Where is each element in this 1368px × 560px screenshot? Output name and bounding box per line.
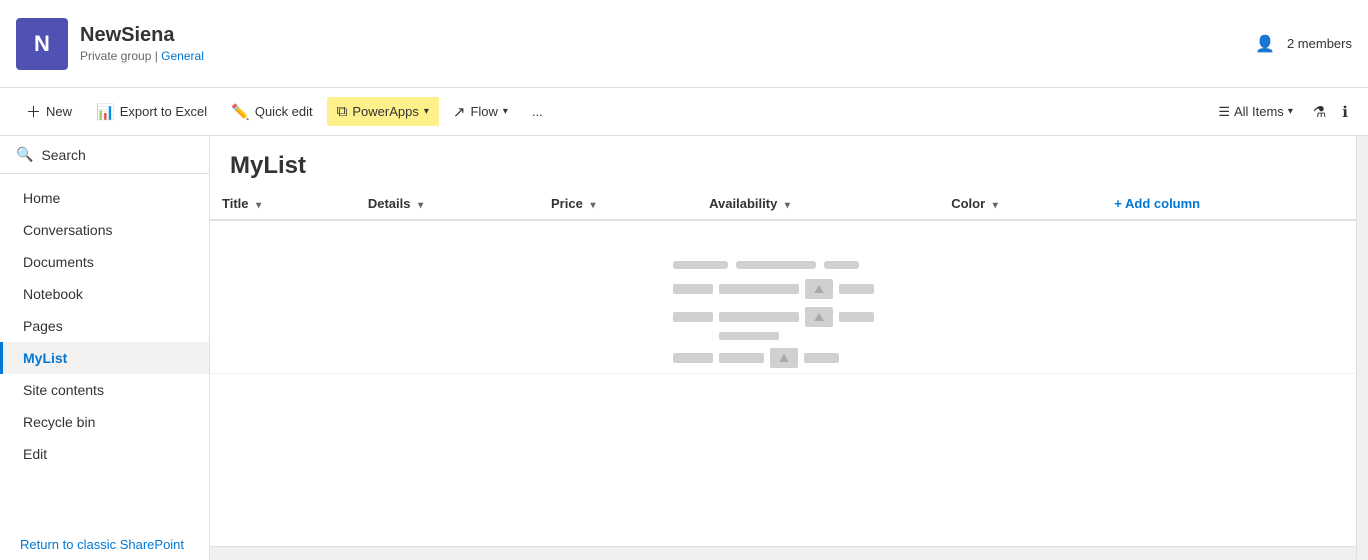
more-button[interactable]: ... xyxy=(522,98,553,125)
site-header: N NewSiena Private group | General 👤 2 m… xyxy=(0,0,1368,88)
filter-icon[interactable]: ⚗ xyxy=(1309,99,1330,125)
sidebar-item-notebook[interactable]: Notebook xyxy=(0,278,209,310)
excel-icon: 📊 xyxy=(96,103,115,121)
col-title[interactable]: Title ▾ xyxy=(210,188,356,220)
sidebar-item-label: Recycle bin xyxy=(23,414,95,430)
powerapps-chevron-icon: ▾ xyxy=(424,106,429,117)
all-items-button[interactable]: ☰ All Items ▾ xyxy=(1210,100,1301,124)
toolbar-right: ☰ All Items ▾ ⚗ ℹ xyxy=(1210,99,1352,125)
powerapps-icon: ⧉ xyxy=(337,103,348,120)
sidebar-item-edit[interactable]: Edit xyxy=(0,438,209,470)
export-label: Export to Excel xyxy=(120,104,207,119)
sidebar-item-label: Notebook xyxy=(23,286,83,302)
export-to-excel-button[interactable]: 📊 Export to Excel xyxy=(86,97,217,127)
sort-icon: ▾ xyxy=(993,200,998,211)
site-meta: Private group | General xyxy=(80,49,204,63)
sidebar-item-conversations[interactable]: Conversations xyxy=(0,214,209,246)
new-button[interactable]: ＋ New xyxy=(16,95,82,128)
search-icon: 🔍 xyxy=(16,146,33,163)
members-icon: 👤 xyxy=(1255,34,1275,54)
list-table-container: Title ▾ Details ▾ Price ▾ Availability xyxy=(210,188,1356,546)
table-header-row: Title ▾ Details ▾ Price ▾ Availability xyxy=(210,188,1356,220)
more-label: ... xyxy=(532,104,543,119)
new-label: New xyxy=(46,104,72,119)
sidebar-item-label: Edit xyxy=(23,446,47,462)
sidebar-item-label: Home xyxy=(23,190,60,206)
site-icon: N xyxy=(16,18,68,70)
col-details[interactable]: Details ▾ xyxy=(356,188,539,220)
sidebar-item-label: Documents xyxy=(23,254,94,270)
sort-icon: ▾ xyxy=(590,200,595,211)
col-availability[interactable]: Availability ▾ xyxy=(697,188,939,220)
sidebar: 🔍 Search Home Conversations Documents No… xyxy=(0,136,210,560)
flow-chevron-icon: ▾ xyxy=(503,106,508,117)
info-icon[interactable]: ℹ xyxy=(1338,99,1352,125)
new-icon: ＋ xyxy=(26,101,41,122)
sidebar-footer: Return to classic SharePoint xyxy=(0,528,209,560)
powerapps-label: PowerApps xyxy=(352,104,418,119)
all-items-lines-icon: ☰ xyxy=(1218,104,1230,120)
col-price[interactable]: Price ▾ xyxy=(539,188,697,220)
search-label: Search xyxy=(41,147,85,163)
list-table: Title ▾ Details ▾ Price ▾ Availability xyxy=(210,188,1356,374)
col-color[interactable]: Color ▾ xyxy=(939,188,1102,220)
classic-sharepoint-link[interactable]: Return to classic SharePoint xyxy=(20,537,184,552)
sidebar-item-site-contents[interactable]: Site contents xyxy=(0,374,209,406)
sidebar-item-home[interactable]: Home xyxy=(0,182,209,214)
table-row: ⛰ ⛰ xyxy=(210,220,1356,374)
vertical-scrollbar[interactable] xyxy=(1356,136,1368,560)
sidebar-item-label: Site contents xyxy=(23,382,104,398)
content-area: MyList Title ▾ Details ▾ Price xyxy=(210,136,1356,560)
all-items-label: All Items xyxy=(1234,104,1284,119)
header-right: 👤 2 members xyxy=(1255,34,1352,54)
table-body: ⛰ ⛰ xyxy=(210,220,1356,374)
quick-edit-label: Quick edit xyxy=(255,104,313,119)
sort-icon: ▾ xyxy=(256,200,261,211)
sidebar-search[interactable]: 🔍 Search xyxy=(0,136,209,174)
quick-edit-button[interactable]: ✏️ Quick edit xyxy=(221,97,323,127)
toolbar: ＋ New 📊 Export to Excel ✏️ Quick edit ⧉ … xyxy=(0,88,1368,136)
flow-icon: ↗ xyxy=(453,103,466,121)
loading-graphic: ⛰ ⛰ xyxy=(673,261,893,373)
list-title: MyList xyxy=(210,136,1356,188)
sort-icon: ▾ xyxy=(785,200,790,211)
flow-button[interactable]: ↗ Flow ▾ xyxy=(443,97,518,127)
add-column-header[interactable]: + Add column xyxy=(1102,188,1356,220)
site-meta-link[interactable]: General xyxy=(161,49,204,63)
sidebar-item-mylist[interactable]: MyList xyxy=(0,342,209,374)
site-info: NewSiena Private group | General xyxy=(80,24,204,63)
main-layout: 🔍 Search Home Conversations Documents No… xyxy=(0,136,1368,560)
members-label[interactable]: 2 members xyxy=(1287,36,1352,51)
sidebar-item-recycle-bin[interactable]: Recycle bin xyxy=(0,406,209,438)
all-items-chevron-icon: ▾ xyxy=(1288,106,1293,117)
flow-label: Flow xyxy=(470,104,497,119)
bottom-scrollbar[interactable] xyxy=(210,546,1356,560)
sidebar-nav: Home Conversations Documents Notebook Pa… xyxy=(0,174,209,528)
sidebar-item-label: Conversations xyxy=(23,222,113,238)
sort-icon: ▾ xyxy=(418,200,423,211)
sidebar-item-label: Pages xyxy=(23,318,63,334)
powerapps-button[interactable]: ⧉ PowerApps ▾ xyxy=(327,97,439,126)
site-name: NewSiena xyxy=(80,24,204,47)
sidebar-item-pages[interactable]: Pages xyxy=(0,310,209,342)
pencil-icon: ✏️ xyxy=(231,103,250,121)
sidebar-item-label: MyList xyxy=(23,350,67,366)
sidebar-item-documents[interactable]: Documents xyxy=(0,246,209,278)
